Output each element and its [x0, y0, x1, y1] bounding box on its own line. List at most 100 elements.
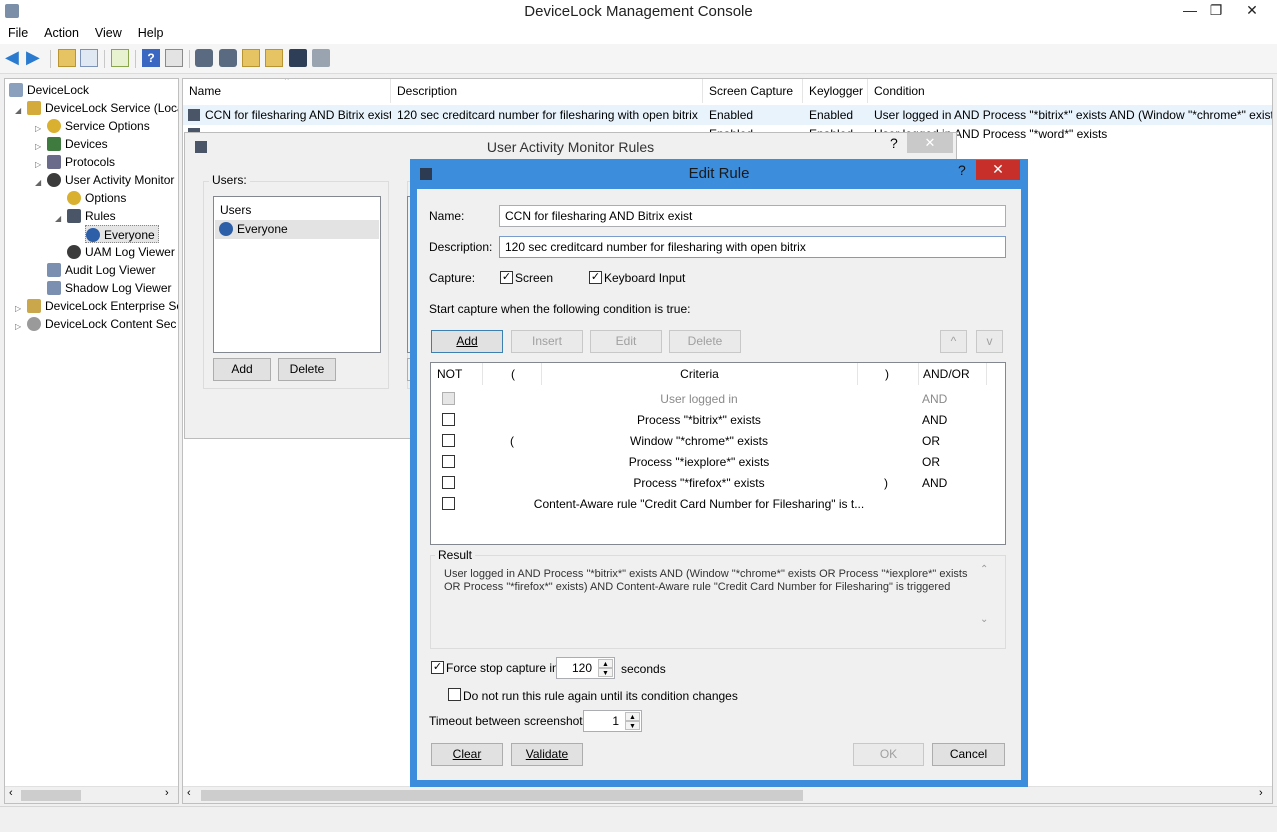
forward-arrow-icon[interactable]: ▶	[26, 48, 44, 67]
not-checkbox[interactable]	[442, 497, 455, 510]
header-open-paren[interactable]: (	[483, 363, 542, 385]
expand-arrow-icon[interactable]: ▷	[15, 322, 21, 331]
collapse-arrow-icon[interactable]: ◢	[55, 214, 61, 223]
column-header-screen-capture[interactable]: Screen Capture	[703, 79, 803, 103]
tree-item-everyone[interactable]: Everyone	[85, 225, 159, 243]
spin-up-icon[interactable]: ▲	[598, 659, 613, 668]
edit-help-button[interactable]: ?	[958, 162, 966, 178]
scroll-left-icon[interactable]: ‹	[187, 787, 191, 799]
scroll-right-icon[interactable]: ›	[1259, 787, 1263, 799]
edit-close-button[interactable]: ✕	[976, 160, 1020, 180]
expand-arrow-icon[interactable]: ▷	[15, 304, 21, 313]
list-horizontal-scrollbar[interactable]: ‹ ›	[183, 786, 1272, 803]
save-icon[interactable]	[289, 49, 307, 67]
tree-item-protocols[interactable]: Protocols	[47, 153, 115, 171]
collapse-arrow-icon[interactable]: ◢	[35, 178, 41, 187]
conditions-grid[interactable]: NOT ( Criteria ) AND/OR User logged in AN…	[430, 362, 1006, 545]
screen-checkbox-label[interactable]: Screen	[515, 271, 553, 285]
tree-item-devices[interactable]: Devices	[47, 135, 108, 153]
connect-icon[interactable]	[195, 49, 213, 67]
scrollbar-thumb[interactable]	[21, 790, 81, 801]
screen-checkbox[interactable]: ✓	[500, 271, 513, 284]
scroll-up-icon[interactable]: ⌃	[980, 564, 988, 575]
tree-item-rules[interactable]: Rules	[67, 207, 116, 225]
column-header-description[interactable]: Description	[391, 79, 703, 103]
disconnect-icon[interactable]	[219, 49, 237, 67]
open-icon[interactable]	[242, 49, 260, 67]
no-rerun-checkbox[interactable]	[448, 688, 461, 701]
clear-button[interactable]: Clear	[431, 743, 503, 766]
uam-close-button[interactable]: ✕	[907, 133, 953, 153]
add-condition-button[interactable]: Add	[431, 330, 503, 353]
tree-item-uam-log-viewer[interactable]: UAM Log Viewer	[67, 243, 175, 261]
export-list-icon[interactable]	[111, 49, 129, 67]
tree-item-uam[interactable]: User Activity Monitor	[47, 171, 174, 189]
tree-horizontal-scrollbar[interactable]: ‹ ›	[5, 786, 178, 803]
uam-add-button[interactable]: Add	[213, 358, 271, 381]
tree-item-audit-log-viewer[interactable]: Audit Log Viewer	[47, 261, 156, 279]
scroll-down-icon[interactable]: ⌄	[980, 614, 988, 625]
header-close-paren[interactable]: )	[858, 363, 919, 385]
menu-help[interactable]: Help	[130, 24, 172, 42]
header-criteria[interactable]: Criteria	[542, 363, 858, 385]
save-as-icon[interactable]	[312, 49, 330, 67]
header-and-or[interactable]: AND/OR	[919, 363, 987, 385]
up-folder-icon[interactable]	[58, 49, 76, 67]
menu-action[interactable]: Action	[36, 24, 87, 42]
force-stop-label[interactable]: Force stop capture in	[446, 661, 559, 675]
not-checkbox[interactable]	[442, 476, 455, 489]
expand-arrow-icon[interactable]: ▷	[35, 160, 41, 169]
condition-row[interactable]: Content-Aware rule "Credit Card Number f…	[431, 494, 1007, 515]
tree-item-service[interactable]: DeviceLock Service (Local	[27, 99, 178, 117]
list-item-everyone[interactable]: Everyone	[215, 220, 379, 239]
tree-item-devicelock[interactable]: DeviceLock	[9, 81, 89, 99]
restore-icon[interactable]: ❐	[1203, 0, 1229, 22]
column-header-condition[interactable]: Condition	[868, 79, 1272, 103]
tree-item-enterprise-server[interactable]: DeviceLock Enterprise Se	[27, 297, 178, 315]
not-checkbox[interactable]	[442, 413, 455, 426]
back-arrow-icon[interactable]: ◀	[5, 48, 23, 67]
validate-button[interactable]: Validate	[511, 743, 583, 766]
users-listbox[interactable]: Users Everyone	[213, 196, 381, 353]
header-not[interactable]: NOT	[431, 363, 483, 385]
properties-icon[interactable]	[165, 49, 183, 67]
menu-view[interactable]: View	[87, 24, 130, 42]
not-checkbox[interactable]	[442, 455, 455, 468]
condition-row[interactable]: Process "*iexplore*" exists OR	[431, 452, 1007, 473]
spin-down-icon[interactable]: ▼	[598, 668, 613, 677]
force-stop-checkbox[interactable]: ✓	[431, 661, 444, 674]
condition-row[interactable]: (Window "*chrome*" exists OR	[431, 431, 1007, 452]
scroll-left-icon[interactable]: ‹	[9, 787, 13, 799]
description-field[interactable]: 120 sec creditcard number for filesharin…	[499, 236, 1006, 258]
column-header-keylogger[interactable]: Keylogger	[803, 79, 868, 103]
tree-item-content-security[interactable]: DeviceLock Content Sec	[27, 315, 176, 333]
condition-row[interactable]: Process "*bitrix*" exists AND	[431, 410, 1007, 431]
tree-item-uam-options[interactable]: Options	[67, 189, 126, 207]
tree-item-service-options[interactable]: Service Options	[47, 117, 150, 135]
force-stop-seconds-spinner[interactable]: 120 ▲ ▼	[556, 657, 615, 679]
tree-item-shadow-log-viewer[interactable]: Shadow Log Viewer	[47, 279, 172, 297]
close-icon[interactable]: ✕	[1229, 0, 1275, 22]
scroll-right-icon[interactable]: ›	[165, 787, 169, 799]
keyboard-input-checkbox[interactable]: ✓	[589, 271, 602, 284]
menu-file[interactable]: File	[0, 24, 36, 42]
timeout-spinner[interactable]: 1 ▲ ▼	[583, 710, 642, 732]
scrollbar-thumb[interactable]	[201, 790, 803, 801]
help-icon[interactable]: ?	[142, 49, 160, 67]
expand-arrow-icon[interactable]: ▷	[35, 142, 41, 151]
minimize-icon[interactable]: —	[1177, 0, 1203, 22]
condition-row[interactable]: Process "*firefox*" exists) AND	[431, 473, 1007, 494]
uam-delete-button[interactable]: Delete	[278, 358, 336, 381]
spin-down-icon[interactable]: ▼	[625, 721, 640, 730]
uam-help-button[interactable]: ?	[890, 135, 898, 151]
show-hide-tree-icon[interactable]	[80, 49, 98, 67]
keyboard-input-checkbox-label[interactable]: Keyboard Input	[604, 271, 685, 285]
cancel-button[interactable]: Cancel	[932, 743, 1005, 766]
spin-up-icon[interactable]: ▲	[625, 712, 640, 721]
no-rerun-label[interactable]: Do not run this rule again until its con…	[463, 689, 738, 703]
expand-arrow-icon[interactable]: ▷	[35, 124, 41, 133]
not-checkbox[interactable]	[442, 434, 455, 447]
condition-row[interactable]: User logged in AND	[431, 389, 1007, 410]
open-policy-icon[interactable]	[265, 49, 283, 67]
name-field[interactable]: CCN for filesharing AND Bitrix exist	[499, 205, 1006, 227]
